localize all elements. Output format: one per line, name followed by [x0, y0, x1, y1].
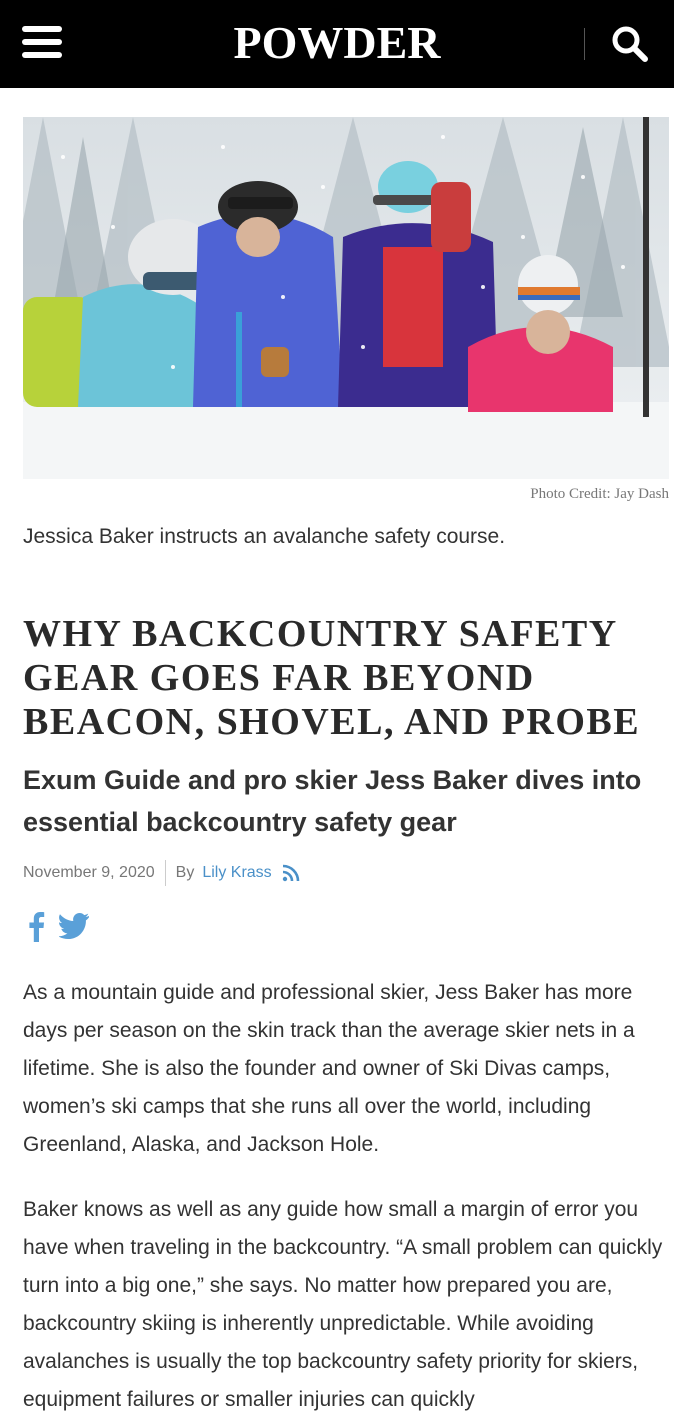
top-navigation-bar: POWDER: [0, 0, 674, 88]
article-paragraph: Baker knows as well as any guide how sma…: [23, 1198, 663, 1411]
meta-divider: [164, 860, 166, 886]
site-logo[interactable]: POWDER: [0, 16, 674, 69]
search-icon[interactable]: [610, 24, 650, 64]
byline-label: By: [175, 864, 195, 881]
publish-date: November 9, 2020: [23, 864, 155, 881]
photo-caption: Jessica Baker instructs an avalanche saf…: [23, 525, 506, 548]
header-divider: [584, 28, 585, 60]
twitter-icon[interactable]: [59, 913, 89, 939]
article-meta: November 9, 2020 By Lily Krass: [23, 860, 300, 886]
social-share-bar: [27, 910, 89, 942]
article-headline: Why Backcountry Safety Gear Goes Far Bey…: [23, 613, 641, 743]
author-link[interactable]: Lily Krass: [202, 864, 271, 882]
article-paragraph: As a mountain guide and professional ski…: [23, 981, 635, 1156]
photo-credit: Photo Credit: Jay Dash: [530, 486, 669, 502]
hero-photo: [23, 117, 669, 479]
rss-feed-icon[interactable]: [282, 864, 300, 882]
article-subheadline: Exum Guide and pro skier Jess Baker dive…: [23, 765, 642, 837]
facebook-icon[interactable]: [27, 910, 45, 942]
